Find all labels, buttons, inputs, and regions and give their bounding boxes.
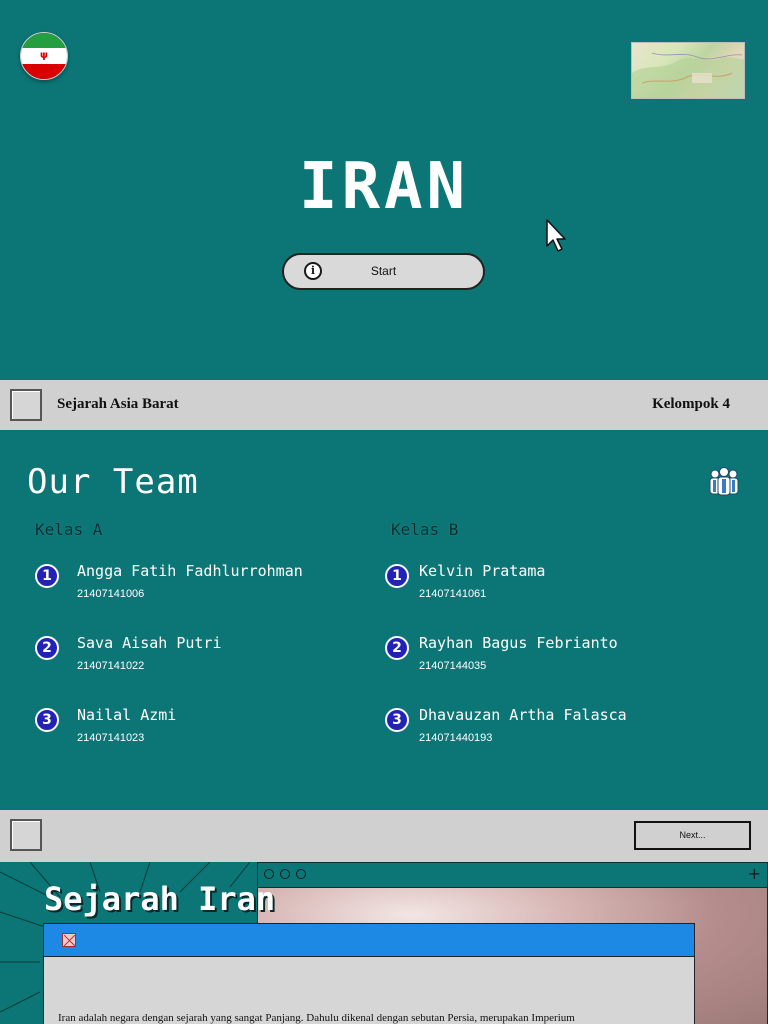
number-badge: 3 xyxy=(385,708,409,732)
title-slide: ψ IRAN i Start xyxy=(0,0,768,380)
window-dot-icon[interactable] xyxy=(296,869,306,879)
history-slide: + Iran adalah negara dengan sejarah yang… xyxy=(0,862,768,1024)
iran-flag-icon: ψ xyxy=(20,32,68,80)
member-name: Angga Fatih Fadhlurrohman xyxy=(77,562,303,580)
group-label: Kelompok 4 xyxy=(652,396,730,412)
slide-footer-bar: Sejarah Asia Barat Kelompok 4 xyxy=(0,380,768,430)
slide-footer-bar: Next... xyxy=(0,810,768,862)
number-badge: 1 xyxy=(35,564,59,588)
member-id: 214071440193 xyxy=(419,732,493,744)
start-button-label: Start xyxy=(370,264,397,278)
member-id: 21407144035 xyxy=(419,660,487,672)
number-badge: 3 xyxy=(35,708,59,732)
window-dot-icon[interactable] xyxy=(264,869,274,879)
mouse-pointer-icon xyxy=(546,219,566,252)
next-button[interactable]: Next... xyxy=(634,821,751,850)
window-square-icon xyxy=(10,389,42,421)
member-id: 21407141061 xyxy=(419,588,487,600)
history-paragraph: Iran adalah negara dengan sejarah yang s… xyxy=(58,1012,575,1024)
member-id: 21407141022 xyxy=(77,660,145,672)
number-badge: 2 xyxy=(385,636,409,660)
plus-icon[interactable]: + xyxy=(748,864,761,883)
team-people-icon xyxy=(709,467,739,496)
member-id: 21407141006 xyxy=(77,588,145,600)
member-name: Sava Aisah Putri xyxy=(77,634,222,652)
number-badge: 1 xyxy=(385,564,409,588)
member-name: Nailal Azmi xyxy=(77,706,177,724)
close-icon[interactable] xyxy=(62,933,76,947)
number-badge: 2 xyxy=(35,636,59,660)
class-b-heading: Kelas B xyxy=(391,520,459,539)
member-id: 21407141023 xyxy=(77,732,145,744)
course-label: Sejarah Asia Barat xyxy=(57,396,179,412)
slide-title: IRAN xyxy=(298,150,470,224)
member-name: Rayhan Bagus Febrianto xyxy=(419,634,618,652)
class-a-heading: Kelas A xyxy=(35,520,103,539)
window-square-icon xyxy=(10,819,42,851)
window-dot-icon[interactable] xyxy=(280,869,290,879)
team-title: Our Team xyxy=(27,462,199,502)
window-titlebar xyxy=(44,924,694,957)
window-titlebar: + xyxy=(258,863,767,888)
map-thumbnail[interactable] xyxy=(631,42,745,99)
text-window: Iran adalah negara dengan sejarah yang s… xyxy=(43,923,695,1024)
start-button[interactable]: i Start xyxy=(282,253,485,290)
member-name: Kelvin Pratama xyxy=(419,562,546,580)
member-name: Dhavauzan Artha Falasca xyxy=(419,706,627,724)
team-slide: Our Team Kelas A Kelas B 1 Angga Fatih F… xyxy=(0,430,768,810)
slide-title: Sejarah Iran xyxy=(44,880,276,918)
